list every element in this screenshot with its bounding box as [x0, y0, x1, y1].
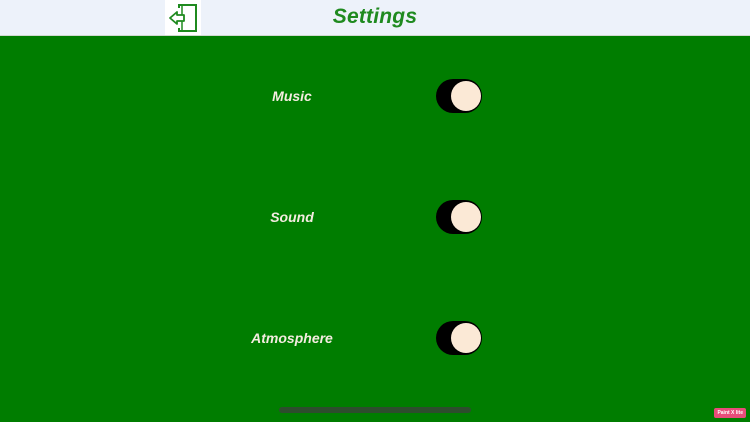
sound-label: Sound [270, 209, 314, 225]
toggle-knob [451, 323, 481, 353]
watermark-badge: Paint X lite [714, 408, 746, 418]
atmosphere-label: Atmosphere [251, 330, 333, 346]
toggle-knob [451, 202, 481, 232]
toggle-knob [451, 81, 481, 111]
home-indicator[interactable] [279, 407, 471, 413]
exit-door-arrow-icon [169, 3, 197, 32]
music-toggle[interactable] [436, 79, 482, 113]
top-bar: Settings [0, 0, 750, 36]
music-label: Music [272, 88, 312, 104]
atmosphere-toggle[interactable] [436, 321, 482, 355]
sound-toggle[interactable] [436, 200, 482, 234]
back-button[interactable] [165, 0, 201, 35]
page-title: Settings [332, 5, 418, 28]
